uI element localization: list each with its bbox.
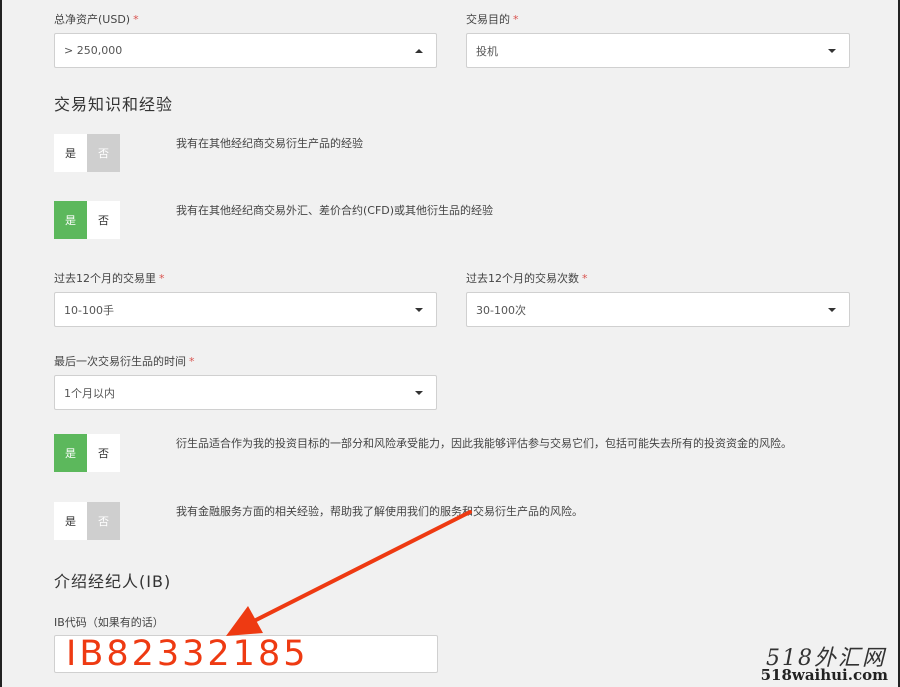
q1-text: 我有在其他经纪商交易衍生产品的经验	[176, 137, 363, 150]
last-trade-label: 最后一次交易衍生品的时间 *	[54, 355, 195, 368]
trading-purpose-value: 投机	[476, 44, 498, 58]
q1-yes-button[interactable]: 是	[54, 134, 87, 172]
count-12m-select[interactable]: 30-100次	[466, 292, 850, 327]
required-mark: *	[189, 355, 195, 368]
count-12m-value: 30-100次	[476, 303, 526, 317]
volume-12m-select[interactable]: 10-100手	[54, 292, 437, 327]
trading-purpose-select[interactable]: 投机	[466, 33, 850, 68]
q3-no-button[interactable]: 否	[87, 434, 120, 472]
volume-12m-value: 10-100手	[64, 303, 114, 317]
trading-purpose-label: 交易目的 *	[466, 13, 519, 26]
q2-text: 我有在其他经纪商交易外汇、差价合约(CFD)或其他衍生品的经验	[176, 204, 494, 217]
q2-yes-button[interactable]: 是	[54, 201, 87, 239]
chevron-down-icon	[415, 390, 423, 395]
q3-yes-button[interactable]: 是	[54, 434, 87, 472]
chevron-down-icon	[828, 48, 836, 53]
required-mark: *	[582, 272, 588, 285]
total-assets-value: > 250,000	[64, 44, 123, 57]
total-assets-label: 总净资产(USD) *	[54, 13, 139, 26]
caret-up-icon	[415, 48, 423, 53]
q4-yes-button[interactable]: 是	[54, 502, 87, 540]
ib-section-title: 介绍经纪人(IB)	[54, 572, 172, 591]
required-mark: *	[159, 272, 165, 285]
ib-code-annotation: IB82332185	[66, 634, 309, 674]
last-trade-select[interactable]: 1个月以内	[54, 375, 437, 410]
count-12m-label: 过去12个月的交易次数 *	[466, 272, 588, 285]
q1-no-button[interactable]: 否	[87, 134, 120, 172]
q4-text: 我有金融服务方面的相关经验，帮助我了解使用我们的服务和交易衍生产品的风险。	[176, 505, 583, 518]
total-assets-select[interactable]: > 250,000	[54, 33, 437, 68]
volume-12m-label: 过去12个月的交易里 *	[54, 272, 165, 285]
watermark-url: 518waihui.com	[760, 666, 888, 684]
q4-toggle[interactable]: 是 否	[54, 502, 120, 540]
required-mark: *	[133, 13, 139, 26]
left-frame-border	[0, 0, 2, 687]
last-trade-value: 1个月以内	[64, 386, 115, 400]
q1-toggle[interactable]: 是 否	[54, 134, 120, 172]
ib-code-label: IB代码（如果有的话）	[54, 616, 164, 629]
experience-section-title: 交易知识和经验	[54, 95, 174, 114]
chevron-down-icon	[828, 307, 836, 312]
chevron-down-icon	[415, 307, 423, 312]
q2-toggle[interactable]: 是 否	[54, 201, 120, 239]
q3-text: 衍生品适合作为我的投资目标的一部分和风险承受能力，因此我能够评估参与交易它们，包…	[176, 437, 792, 450]
q3-toggle[interactable]: 是 否	[54, 434, 120, 472]
q2-no-button[interactable]: 否	[87, 201, 120, 239]
required-mark: *	[513, 13, 519, 26]
q4-no-button[interactable]: 否	[87, 502, 120, 540]
